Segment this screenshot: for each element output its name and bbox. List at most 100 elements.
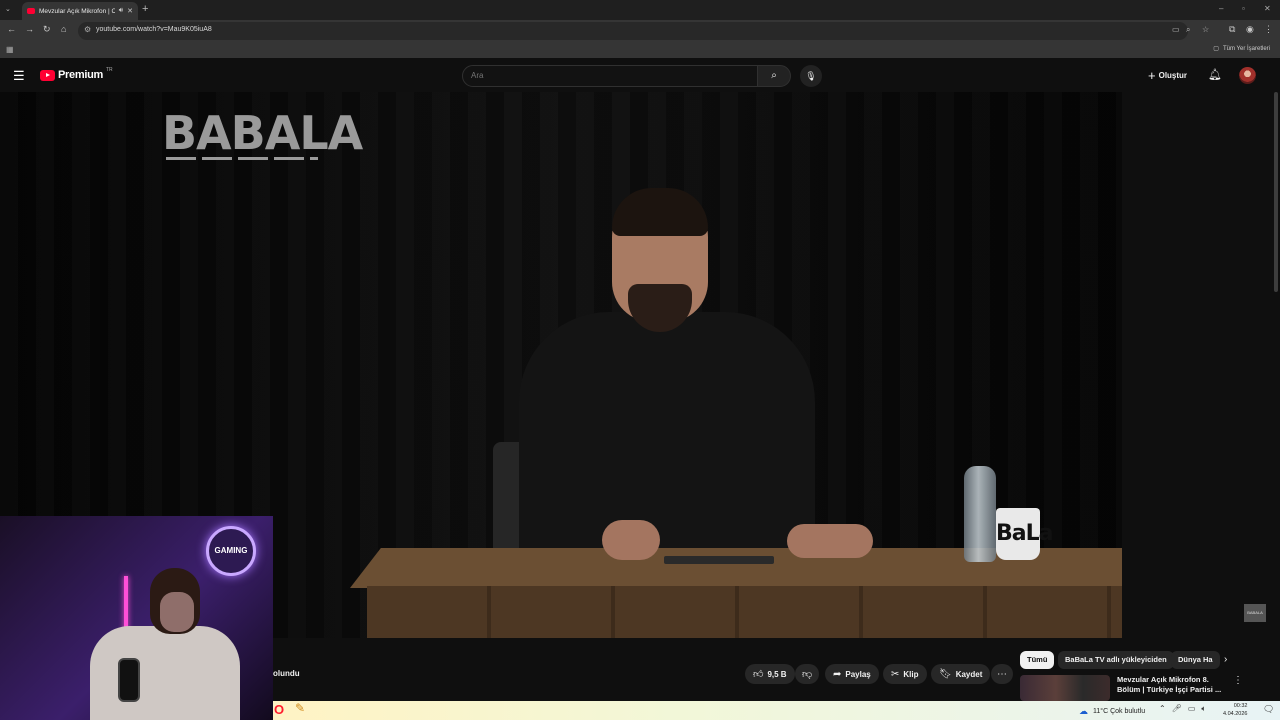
more-actions-button[interactable]: ⋯ xyxy=(991,664,1013,684)
zoom-icon[interactable]: ⌕ xyxy=(1186,25,1190,35)
channel-watermark-logo: BABALA xyxy=(162,106,363,160)
forward-icon[interactable]: → xyxy=(25,24,34,34)
like-button[interactable]: 👍︎ 9,5 B xyxy=(745,664,795,684)
watermark-underline xyxy=(166,157,318,160)
account-avatar[interactable] xyxy=(1239,67,1256,84)
subscribed-label[interactable]: olundu xyxy=(273,669,300,678)
voice-search-button[interactable]: 🎙︎ xyxy=(800,65,822,87)
dislike-button[interactable]: 👎︎ xyxy=(795,664,820,684)
weather-widget[interactable]: ☁ 11°C Çok bulutlu xyxy=(1079,706,1145,717)
water-bottle xyxy=(964,466,996,562)
thumbs-down-icon: 👎︎ xyxy=(802,669,813,680)
clock-time: 00:32 xyxy=(1233,703,1248,709)
pinned-app-icon[interactable]: ✎ xyxy=(295,701,305,715)
reload-icon[interactable]: ↻ xyxy=(43,24,51,35)
notification-center-icon[interactable]: 🗨︎ xyxy=(1263,704,1274,715)
youtube-favicon-icon xyxy=(27,8,35,14)
restore-icon[interactable]: ▫ xyxy=(1242,4,1245,13)
browser-toolbar: ← → ↻ ⌂ ⚙ youtube.com/watch?v=Mau9K05iuA… xyxy=(0,20,1280,42)
weather-text: 11°C Çok bulutlu xyxy=(1093,708,1146,715)
home-icon[interactable]: ⌂ xyxy=(61,24,66,34)
browser-menu-icon[interactable]: ⋮ xyxy=(1264,24,1273,35)
profile-icon[interactable]: ◉ xyxy=(1246,24,1254,35)
cloud-icon: ☁ xyxy=(1079,706,1088,716)
microphone-icon: 🎙︎ xyxy=(805,71,817,81)
close-window-icon[interactable]: ✕ xyxy=(1264,4,1271,13)
clock-date: 4.04.2026 xyxy=(1223,711,1248,717)
wooden-desk-front xyxy=(367,586,1122,638)
chip-all[interactable]: Tümü xyxy=(1020,651,1055,669)
tab-search-icon[interactable]: ⌄ xyxy=(5,5,11,13)
clip-button[interactable]: ✂ Klip xyxy=(883,664,927,684)
host-left-hand xyxy=(602,520,660,560)
like-count: 9,5 B xyxy=(767,669,787,679)
notifications-bell-icon[interactable]: 🔔︎ xyxy=(1208,68,1222,81)
neon-gaming-sign: GAMING xyxy=(206,526,256,576)
site-info-icon[interactable]: ⚙ xyxy=(84,25,91,34)
youtube-premium-logo[interactable]: Premium TR xyxy=(40,67,113,81)
taskbar-clock[interactable]: 00:32 4.04.2026 xyxy=(1223,702,1247,718)
address-bar[interactable]: ⚙ youtube.com/watch?v=Mau9K05iuA8 ▭ ⌕ ☆ xyxy=(78,22,1209,40)
branded-mug: BaLa xyxy=(996,508,1053,560)
save-label: Kaydet xyxy=(955,669,983,679)
tray-chevron-icon[interactable]: ⌃ xyxy=(1159,704,1166,714)
share-label: Paylaş xyxy=(845,669,871,679)
all-bookmarks-label: Tüm Yer İşaretleri xyxy=(1222,45,1270,52)
streamer-body xyxy=(90,626,240,720)
save-button[interactable]: 🔖︎ Kaydet xyxy=(931,664,991,684)
browser-tab-strip: ⌄ Mevzular Açık Mikrofon | C 🔊︎ ✕ + – ▫ … xyxy=(0,0,1280,20)
share-button[interactable]: ➦ Paylaş xyxy=(825,664,879,684)
youtube-masthead: ☰ Premium TR ⌕ 🎙︎ + Oluştur 🔔︎ xyxy=(0,60,1280,92)
scissors-icon: ✂ xyxy=(891,668,900,680)
opera-icon[interactable]: O xyxy=(274,702,284,717)
cast-icon[interactable]: ▭ xyxy=(1172,25,1180,34)
paper-on-desk xyxy=(664,556,774,564)
chip-from-uploader[interactable]: BaBaLa TV adlı yükleyiciden xyxy=(1058,651,1174,669)
all-bookmarks-folder[interactable]: ▢ Tüm Yer İşaretleri xyxy=(1213,45,1270,53)
close-tab-icon[interactable]: ✕ xyxy=(127,7,133,15)
search-box[interactable] xyxy=(462,65,758,87)
video-actions-bar: olundu 👍︎ 9,5 B 👎︎ ➦ Paylaş ✂ Klip 🔖︎ Ka… xyxy=(273,662,1013,686)
host-right-hand xyxy=(787,524,873,558)
back-icon[interactable]: ← xyxy=(7,24,16,34)
mic-tray-icon[interactable]: 🎤︎ xyxy=(1172,704,1182,714)
url-text[interactable]: youtube.com/watch?v=Mau9K05iuA8 xyxy=(96,26,212,33)
plus-icon: + xyxy=(1148,68,1156,83)
tab-title: Mevzular Açık Mikrofon | C xyxy=(39,7,115,15)
page-scrollbar[interactable] xyxy=(1274,92,1278,292)
more-horizontal-icon: ⋯ xyxy=(997,668,1007,680)
related-filter-chips: Tümü BaBaLa TV adlı yükleyiciden Dünya H… xyxy=(1020,650,1240,670)
new-tab-icon[interactable]: + xyxy=(142,3,148,15)
recommended-video-thumbnail[interactable] xyxy=(1020,675,1110,701)
system-tray: ⌃ 🎤︎ ▭ 🔈︎ xyxy=(1159,704,1206,714)
network-icon[interactable]: ▭ xyxy=(1188,704,1196,714)
volume-icon[interactable]: 🔈︎ xyxy=(1201,704,1206,714)
search-button[interactable]: ⌕ xyxy=(757,65,791,87)
extensions-icon[interactable]: ⧉ xyxy=(1229,24,1235,35)
share-arrow-icon: ➦ xyxy=(833,668,842,680)
youtube-play-icon xyxy=(40,69,55,81)
clip-label: Klip xyxy=(903,669,919,679)
host-body xyxy=(519,312,815,572)
search-input[interactable] xyxy=(471,71,741,80)
more-vertical-icon[interactable]: ⋮ xyxy=(1233,675,1243,686)
streamer-webcam-overlay: GAMING xyxy=(0,516,273,720)
create-button[interactable]: + Oluştur xyxy=(1148,68,1187,83)
hamburger-menu-icon[interactable]: ☰ xyxy=(13,68,25,84)
apps-grid-icon[interactable]: ▦ xyxy=(6,45,14,54)
folder-icon: ▢ xyxy=(1213,46,1219,52)
browser-tab-active[interactable]: Mevzular Açık Mikrofon | C 🔊︎ ✕ xyxy=(22,2,138,20)
create-label: Oluştur xyxy=(1158,71,1188,80)
logo-country-code: TR xyxy=(105,67,113,73)
windows-taskbar: O ✎ ☁ 11°C Çok bulutlu ⌃ 🎤︎ ▭ 🔈︎ 00:32 4… xyxy=(273,701,1280,720)
side-mini-thumbnail[interactable]: BABALA xyxy=(1244,604,1266,622)
chip-dunya[interactable]: Dünya Ha xyxy=(1171,651,1220,669)
recommended-video-title[interactable]: Mevzular Açık Mikrofon 8. Bölüm | Türkiy… xyxy=(1117,675,1227,695)
bookmark-icon: 🔖︎ xyxy=(939,668,952,680)
chevron-right-icon[interactable]: › xyxy=(1224,654,1227,665)
search-icon: ⌕ xyxy=(771,70,777,81)
minimize-icon[interactable]: – xyxy=(1219,4,1223,13)
thumbs-up-icon: 👍︎ xyxy=(753,669,764,680)
bookmark-star-icon[interactable]: ☆ xyxy=(1202,25,1209,34)
speaker-icon[interactable]: 🔊︎ xyxy=(119,7,123,15)
